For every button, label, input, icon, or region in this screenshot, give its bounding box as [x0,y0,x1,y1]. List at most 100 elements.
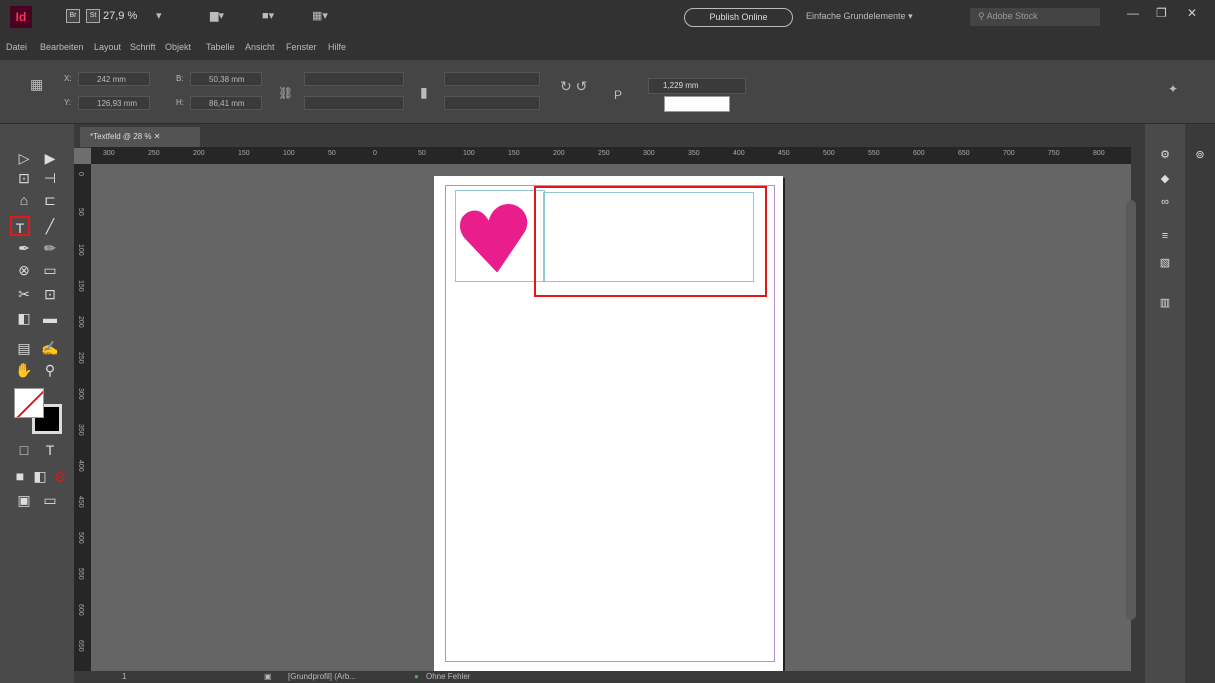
h-field[interactable]: 86,41 mm [190,96,262,110]
shear-field[interactable] [444,96,540,110]
vertical-ruler[interactable]: 0 50 100 150 200 250 300 350 400 450 500 550 600 650 [74,164,91,683]
heart-shape[interactable] [460,196,540,272]
search-input[interactable]: ⚲ Adobe Stock [970,8,1100,26]
workspace-label: Einfache Grundelemente [806,11,906,21]
highlight-box [534,186,767,297]
menu-tabelle[interactable]: Tabelle [206,42,235,52]
ruler-top-label: 200 [193,150,205,157]
preflight-profile[interactable]: [Grundprofil] (Arb... [288,672,356,681]
page-number-field[interactable]: 1 [122,672,126,681]
zoom-tool-icon[interactable]: ⚲ [40,360,60,380]
ruler-left-label: 50 [77,208,84,216]
rectangle-tool-icon[interactable]: ▭ [40,260,60,280]
ruler-top-label: 200 [553,150,565,157]
close-icon[interactable]: ✕ [1187,6,1197,20]
rectangle-frame-tool-icon[interactable]: ⊗ [14,260,34,280]
page-tool-icon[interactable]: ⊡ [14,168,34,188]
gradient-swatch-tool-icon[interactable]: ◧ [14,308,34,328]
scissors-tool-icon[interactable]: ✂ [14,284,34,304]
pencil-tool-icon[interactable]: ✏ [40,238,60,258]
x-label: X: [64,74,72,83]
ruler-top-label: 650 [958,150,970,157]
free-transform-tool-icon[interactable]: ⊡ [40,284,60,304]
note-tool-icon[interactable]: ▤ [14,338,34,358]
view-options-icon[interactable]: ▆▾ [210,9,224,22]
minimize-icon[interactable]: — [1127,6,1139,20]
line-tool-icon[interactable]: ╱ [40,216,60,236]
menu-bearbeiten[interactable]: Bearbeiten [40,42,84,52]
direct-selection-tool-icon[interactable]: ▶ [40,148,60,168]
scale-x-field[interactable] [304,72,404,86]
y-field[interactable]: 126,93 mm [78,96,150,110]
menu-ansicht[interactable]: Ansicht [245,42,275,52]
menu-schrift[interactable]: Schrift [130,42,156,52]
workspace-switcher[interactable]: Einfache Grundelemente ▾ [806,11,913,22]
panel-menu-icon[interactable]: ✦ [1168,82,1178,96]
rotate-icon[interactable]: ↻ ↺ [560,78,587,95]
menu-datei[interactable]: Datei [6,42,27,52]
formatting-container-icon[interactable]: □ [14,440,34,460]
publish-online-button[interactable]: Publish Online [684,8,793,27]
w-field[interactable]: 50,38 mm [190,72,262,86]
ruler-top-label: 100 [463,150,475,157]
selection-tool-icon[interactable]: ▷ [14,148,34,168]
menu-fenster[interactable]: Fenster [286,42,317,52]
gradient-feather-tool-icon[interactable]: ▬ [40,308,60,328]
stock-icon[interactable]: St [86,9,100,23]
x-field[interactable]: 242 mm [78,72,150,86]
eyedropper-tool-icon[interactable]: ✍ [40,338,60,358]
normal-view-icon[interactable]: ▣ [14,490,34,510]
y-value: 126,93 mm [97,99,138,108]
menu-layout[interactable]: Layout [94,42,121,52]
publish-label: Publish Online [709,12,768,22]
apply-none-icon[interactable]: ⊘ [50,466,70,486]
layers-icon[interactable]: ◆ [1156,172,1174,186]
arrange-documents-icon[interactable]: ▦▾ [312,9,328,22]
pen-tool-icon[interactable]: ✒ [14,238,34,258]
w-label: B: [176,74,184,83]
hand-tool-icon[interactable]: ✋ [14,360,34,380]
stroke-style-field[interactable] [664,96,730,112]
h-label: H: [176,98,184,107]
menu-hilfe[interactable]: Hilfe [328,42,346,52]
page-preview-icon[interactable]: ▣ [264,672,272,681]
bridge-icon[interactable]: Br [66,9,80,23]
gap-tool-icon[interactable]: ⊣ [40,168,60,188]
rotate-field[interactable] [444,72,540,86]
zoom-level[interactable]: 27,9 % [103,10,137,22]
properties-icon[interactable]: ⚙ [1156,148,1174,162]
ruler-left-label: 350 [77,424,84,436]
apply-color-icon[interactable]: ■ [10,466,30,486]
scale-y-field[interactable] [304,96,404,110]
apply-gradient-icon[interactable]: ◧ [30,466,50,486]
screen-mode-icon[interactable]: ■▾ [262,9,274,22]
preflight-status-icon: ● [414,672,419,681]
horizontal-ruler[interactable]: 300 250 200 150 100 50 0 50 100 150 200 250 300 350 40… [91,147,1131,164]
tab-close-icon[interactable]: ✕ [154,132,161,141]
pages-panel-icon[interactable]: ⊚ [1191,148,1209,162]
menu-objekt[interactable]: Objekt [165,42,191,52]
content-collector-icon[interactable]: ⌂ [14,190,34,210]
reference-point-icon[interactable]: ▦ [30,76,43,93]
collapsed-panel-dock: ⊚ [1185,124,1215,683]
type-tool-icon[interactable]: T [10,216,30,236]
stroke-weight-field[interactable]: 1,229 mm [648,78,746,94]
zoom-dropdown-icon[interactable]: ▾ [156,9,162,22]
fill-swatch[interactable] [14,388,44,418]
maximize-icon[interactable]: ❐ [1156,6,1167,20]
constrain-proportions-icon[interactable]: ⛓ [278,86,293,100]
formatting-text-icon[interactable]: T [40,440,60,460]
app-logo: Id [10,6,32,28]
cc-libraries-icon[interactable]: ▥ [1156,296,1174,310]
links-icon[interactable]: ∞ [1156,196,1174,210]
frame-fitting-icon[interactable]: ▮ [420,84,428,101]
ruler-top-label: 500 [823,150,835,157]
ruler-left-label: 300 [77,388,84,400]
content-placer-icon[interactable]: ⊏ [40,190,60,210]
search-placeholder: Adobe Stock [986,11,1038,21]
stroke-panel-icon[interactable]: ≡ [1156,230,1174,244]
swatches-icon[interactable]: ▧ [1156,256,1174,270]
scrollbar-thumb[interactable] [1126,200,1136,620]
document-tab[interactable]: *Textfeld @ 28 % ✕ [80,127,200,147]
preview-mode-icon[interactable]: ▭ [40,490,60,510]
